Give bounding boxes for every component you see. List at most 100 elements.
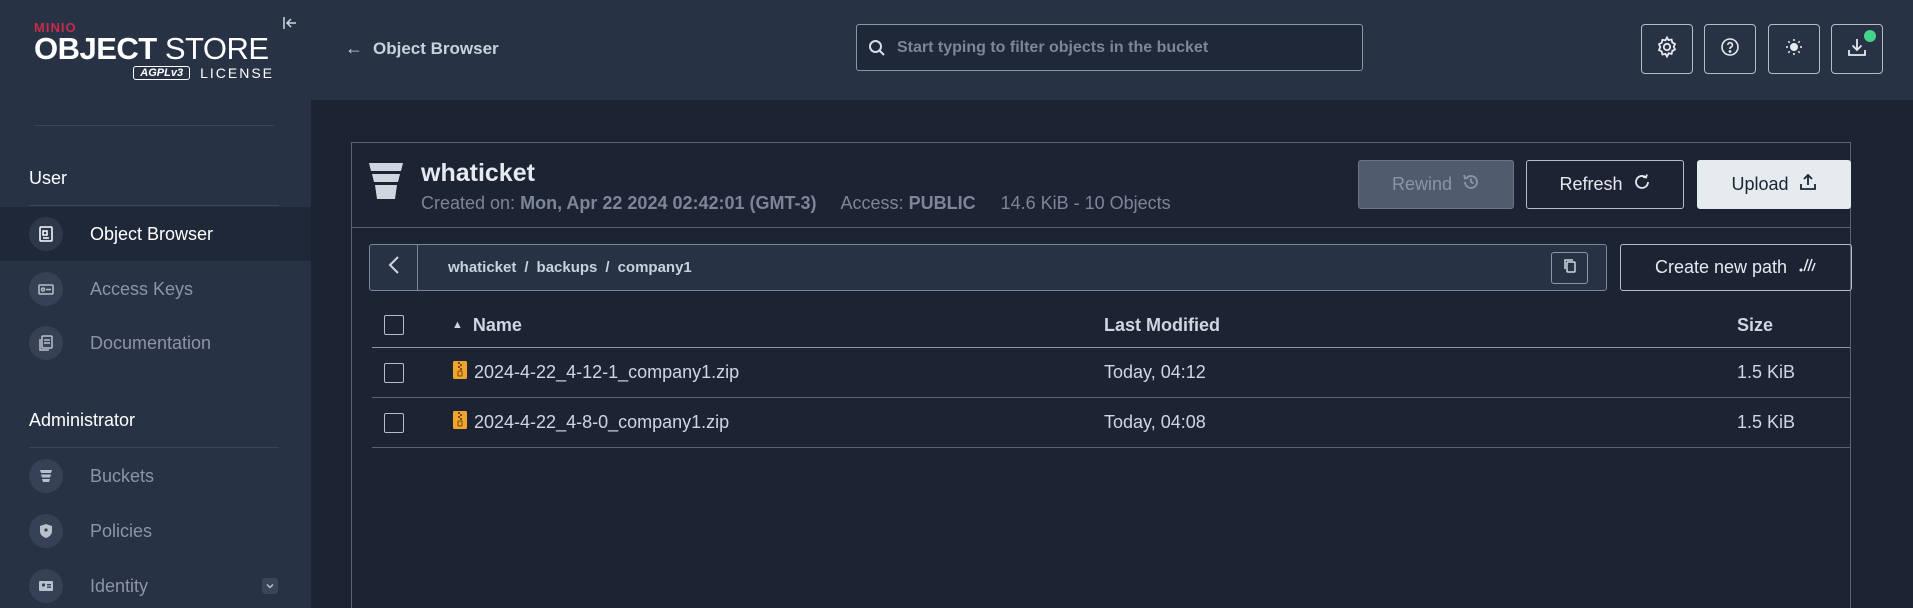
upload-icon	[1799, 173, 1817, 196]
sidebar-item-identity[interactable]: Identity	[0, 559, 311, 608]
section-divider	[29, 205, 279, 206]
bucket-meta: Created on: Mon, Apr 22 2024 02:42:01 (G…	[421, 193, 1171, 214]
object-browser-icon	[29, 217, 63, 251]
object-name-cell[interactable]: 2024-4-22_4-12-1_company1.zip	[452, 360, 739, 385]
bucket-name: whaticket	[421, 159, 535, 187]
create-new-path-button[interactable]: Create new path	[1620, 244, 1852, 291]
shield-icon	[29, 514, 63, 548]
sidebar-item-label: Object Browser	[90, 223, 214, 244]
docs-icon	[29, 326, 63, 360]
license-text: LICENSE	[200, 65, 274, 81]
sun-icon	[1784, 37, 1804, 62]
logo-title: OBJECT STORE	[34, 31, 269, 66]
breadcrumb-separator: /	[605, 259, 610, 276]
collapse-sidebar-icon[interactable]	[280, 13, 300, 33]
back-link-label: Object Browser	[373, 38, 499, 58]
copy-path-button[interactable]	[1551, 252, 1588, 284]
theme-toggle-button[interactable]	[1768, 24, 1820, 74]
column-name-label: Name	[472, 314, 522, 335]
breadcrumb-item[interactable]: company1	[618, 259, 692, 276]
rewind-button[interactable]: Rewind	[1358, 160, 1514, 209]
help-button[interactable]	[1704, 24, 1756, 74]
create-path-label: Create new path	[1654, 257, 1788, 277]
help-icon	[1720, 37, 1740, 62]
rewind-label: Rewind	[1391, 174, 1453, 194]
section-divider	[29, 447, 279, 448]
agpl-badge: AGPLv3	[133, 66, 191, 80]
copy-icon	[1563, 258, 1577, 279]
object-modified: Today, 04:12	[1104, 362, 1206, 382]
breadcrumb: whaticket / backups / company1	[369, 244, 1607, 291]
column-last-modified-header[interactable]: Last Modified	[1104, 315, 1220, 336]
zip-file-icon	[452, 360, 468, 385]
upload-button[interactable]: Upload	[1697, 160, 1851, 209]
access-value: PUBLIC	[908, 193, 976, 213]
gear-icon	[1655, 35, 1679, 64]
logo-license: AGPLv3 LICENSE	[34, 65, 274, 81]
settings-button[interactable]	[1641, 24, 1693, 74]
zip-file-icon	[452, 410, 468, 435]
refresh-button[interactable]: Refresh	[1526, 160, 1684, 209]
breadcrumb-back-button[interactable]	[370, 245, 418, 290]
sidebar-item-policies[interactable]: Policies	[0, 504, 311, 558]
sidebar: MINIO OBJECT STORE AGPLv3 LICENSE User O…	[0, 0, 311, 608]
breadcrumb-item[interactable]: backups	[537, 259, 598, 276]
object-modified: Today, 04:08	[1104, 412, 1206, 432]
new-path-icon	[1799, 257, 1817, 278]
bucket-icon	[368, 161, 404, 201]
refresh-label: Refresh	[1559, 174, 1623, 194]
sidebar-item-access-keys[interactable]: Access Keys	[0, 262, 311, 316]
column-size-header[interactable]: Size	[1737, 315, 1773, 336]
refresh-icon	[1633, 173, 1651, 196]
table-row[interactable]: 2024-4-22_4-12-1_company1.zip Today, 04:…	[372, 348, 1850, 398]
sidebar-item-object-browser[interactable]: Object Browser	[0, 207, 311, 261]
sidebar-item-label: Buckets	[90, 465, 155, 486]
object-size: 1.5 KiB	[1737, 412, 1796, 432]
created-value: Mon, Apr 22 2024 02:42:01 (GMT-3)	[520, 193, 817, 213]
section-administrator-title: Administrator	[29, 410, 136, 430]
chevron-left-icon	[387, 255, 401, 281]
sidebar-item-label: Identity	[90, 575, 149, 596]
sidebar-item-label: Policies	[90, 520, 153, 541]
bucket-header: whaticket Created on: Mon, Apr 22 2024 0…	[352, 143, 1851, 228]
sidebar-item-documentation[interactable]: Documentation	[0, 316, 311, 370]
logo-divider	[34, 125, 274, 126]
back-to-object-browser-link[interactable]: ← Object Browser	[345, 38, 499, 59]
notification-dot	[1864, 30, 1876, 42]
minio-logo[interactable]: MINIO OBJECT STORE AGPLv3 LICENSE	[34, 20, 274, 81]
table-row[interactable]: 2024-4-22_4-8-0_company1.zip Today, 04:0…	[372, 398, 1850, 448]
section-user-title: User	[29, 168, 68, 188]
table-header: ▲ Name Last Modified Size	[372, 303, 1850, 348]
search-icon	[857, 39, 897, 57]
sidebar-item-label: Documentation	[90, 332, 212, 353]
top-header: ← Object Browser	[311, 0, 1913, 100]
downloads-button[interactable]	[1831, 24, 1883, 74]
chevron-down-icon[interactable]	[262, 578, 278, 594]
access-label: Access:	[840, 193, 904, 213]
object-name-cell[interactable]: 2024-4-22_4-8-0_company1.zip	[452, 410, 729, 435]
search-input[interactable]	[897, 38, 1347, 57]
identity-icon	[29, 569, 63, 603]
select-all-checkbox[interactable]	[384, 315, 404, 335]
bucket-icon	[29, 459, 63, 493]
sidebar-item-buckets[interactable]: Buckets	[0, 449, 311, 503]
created-label: Created on:	[421, 193, 516, 213]
breadcrumb-path: whaticket / backups / company1	[448, 259, 692, 276]
object-name: 2024-4-22_4-12-1_company1.zip	[474, 362, 740, 382]
upload-label: Upload	[1731, 174, 1789, 194]
filter-search-box[interactable]	[856, 24, 1363, 71]
objects-table: ▲ Name Last Modified Size 2024-4-22_4-12…	[372, 303, 1850, 448]
bucket-summary: 14.6 KiB - 10 Objects	[1000, 193, 1171, 213]
row-checkbox[interactable]	[384, 362, 404, 383]
sort-asc-icon: ▲	[452, 319, 463, 331]
bucket-panel: whaticket Created on: Mon, Apr 22 2024 0…	[351, 142, 1852, 608]
column-name-header[interactable]: ▲ Name	[452, 315, 522, 336]
arrow-left-icon: ←	[345, 38, 363, 58]
breadcrumb-item[interactable]: whaticket	[448, 259, 516, 276]
object-size: 1.5 KiB	[1737, 362, 1796, 382]
object-name: 2024-4-22_4-8-0_company1.zip	[474, 412, 730, 432]
sidebar-item-label: Access Keys	[90, 278, 194, 299]
row-checkbox[interactable]	[384, 412, 404, 433]
breadcrumb-separator: /	[524, 259, 529, 276]
key-icon	[29, 272, 63, 306]
